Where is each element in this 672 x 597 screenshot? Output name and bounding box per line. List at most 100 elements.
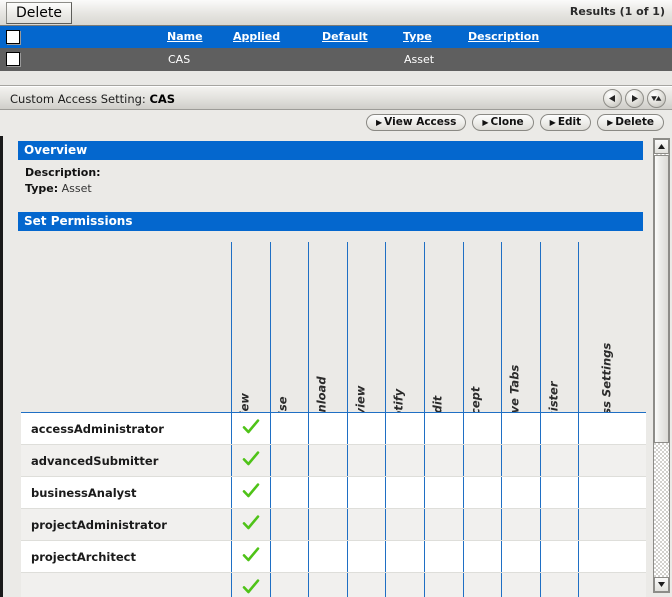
select-all-checkbox[interactable] [6,30,20,44]
permission-cell-use[interactable] [269,445,309,476]
results-grid: Name Applied Default Type Description CA… [0,26,672,86]
permission-cell-register[interactable] [539,541,579,572]
table-row[interactable]: CAS Asset [0,48,672,71]
permission-cell-notify[interactable] [385,509,424,540]
permission-cell-view[interactable] [231,413,270,444]
detail-panel-content: Overview Description: Type: Asset Set Pe… [3,136,646,597]
permission-cell-download[interactable] [308,541,347,572]
permission-cell-view[interactable] [231,541,270,572]
next-record-button[interactable] [625,89,644,108]
permission-cell-view[interactable] [231,445,270,476]
detail-title-value: CAS [149,92,176,106]
permission-cell-view[interactable] [231,477,270,508]
permission-row: projectArchitect [21,541,646,573]
permissions-matrix-header: View Use Download Review Notify Edit Accept App… [21,242,646,474]
permission-cell-download[interactable] [308,509,347,540]
permission-column-header-review: Review [346,242,386,431]
cell-name: CAS [168,53,191,66]
permission-cell-accept[interactable] [462,573,502,597]
permission-cell-approve-tabs[interactable] [501,509,540,540]
permission-cell-edit[interactable] [424,541,463,572]
permission-cell-review[interactable] [346,509,386,540]
permission-column-header-register: Register [539,242,579,435]
permission-cell-edit-access-settings[interactable] [578,573,646,597]
clone-button[interactable]: ▶ Clone [472,114,534,131]
permission-cell-edit[interactable] [424,509,463,540]
permission-cell-accept[interactable] [462,413,502,444]
permission-cell-use[interactable] [269,573,309,597]
results-count-label: Results (1 of 1) [569,5,665,18]
permission-row: businessAnalyst [21,477,646,509]
delete-record-button[interactable]: ▶ Delete [597,114,664,131]
delete-button[interactable]: Delete [6,2,72,24]
permission-cell-download[interactable] [308,445,347,476]
permission-cell-approve-tabs[interactable] [501,541,540,572]
permission-cell-review[interactable] [346,445,386,476]
permission-cell-review[interactable] [346,573,386,597]
permission-cell-download[interactable] [308,413,347,444]
check-icon [242,514,260,535]
permission-cell-approve-tabs[interactable] [501,445,540,476]
updown-record-button[interactable] [647,89,666,108]
permission-cell-register[interactable] [539,573,579,597]
column-header-default[interactable]: Default [322,30,368,43]
permission-cell-edit-access-settings[interactable] [578,509,646,540]
permission-cell-register[interactable] [539,413,579,444]
permission-cell-view[interactable] [231,509,270,540]
permission-row: advancedSubmitter [21,445,646,477]
permission-cell-register[interactable] [539,477,579,508]
permission-cell-accept[interactable] [462,509,502,540]
scroll-down-button[interactable] [654,577,669,592]
previous-record-button[interactable] [603,89,622,108]
permission-cell-review[interactable] [346,477,386,508]
edit-button[interactable]: ▶ Edit [539,114,592,131]
permissions-matrix: View Use Download Review Notify Edit Accept App… [21,242,646,597]
permission-cell-approve-tabs[interactable] [501,477,540,508]
type-label: Type: [25,182,59,195]
permission-cell-review[interactable] [346,541,386,572]
column-header-type[interactable]: Type [403,30,432,43]
permission-cell-register[interactable] [539,509,579,540]
column-header-applied[interactable]: Applied [233,30,280,43]
permission-cell-notify[interactable] [385,573,424,597]
scrollbar-thumb[interactable] [654,155,669,443]
permission-cell-edit[interactable] [424,573,463,597]
column-header-name[interactable]: Name [167,30,203,43]
permission-cell-edit[interactable] [424,477,463,508]
scroll-up-button[interactable] [654,139,669,154]
permission-cell-download[interactable] [308,477,347,508]
permission-cell-notify[interactable] [385,541,424,572]
permission-cell-notify[interactable] [385,445,424,476]
column-header-description[interactable]: Description [468,30,539,43]
permission-cell-review[interactable] [346,413,386,444]
permission-cell-accept[interactable] [462,445,502,476]
vertical-scrollbar[interactable] [653,138,670,593]
permission-cell-download[interactable] [308,573,347,597]
permission-cell-use[interactable] [269,541,309,572]
permission-cell-use[interactable] [269,477,309,508]
check-icon [242,546,260,567]
permission-cell-register[interactable] [539,445,579,476]
permission-column-header-accept: Accept [462,242,502,430]
permission-cell-view[interactable] [231,573,270,597]
permission-cell-edit-access-settings[interactable] [578,541,646,572]
permission-cell-edit[interactable] [424,413,463,444]
permission-cell-edit-access-settings[interactable] [578,413,646,444]
permission-cell-edit[interactable] [424,445,463,476]
row-select-checkbox[interactable] [6,52,20,66]
permission-cell-use[interactable] [269,509,309,540]
permission-row: projectAdministrator [21,509,646,541]
permission-cell-notify[interactable] [385,413,424,444]
permission-cell-notify[interactable] [385,477,424,508]
permission-cell-approve-tabs[interactable] [501,573,540,597]
view-access-button[interactable]: ▶ View Access [366,114,467,131]
permission-cell-edit-access-settings[interactable] [578,477,646,508]
permission-role-label: businessAnalyst [31,486,137,500]
permission-cell-use[interactable] [269,413,309,444]
permission-cell-edit-access-settings[interactable] [578,445,646,476]
permission-cell-approve-tabs[interactable] [501,413,540,444]
permission-cell-accept[interactable] [462,477,502,508]
overview-section-header: Overview [18,141,643,160]
permission-cell-accept[interactable] [462,541,502,572]
type-value: Asset [61,182,92,195]
